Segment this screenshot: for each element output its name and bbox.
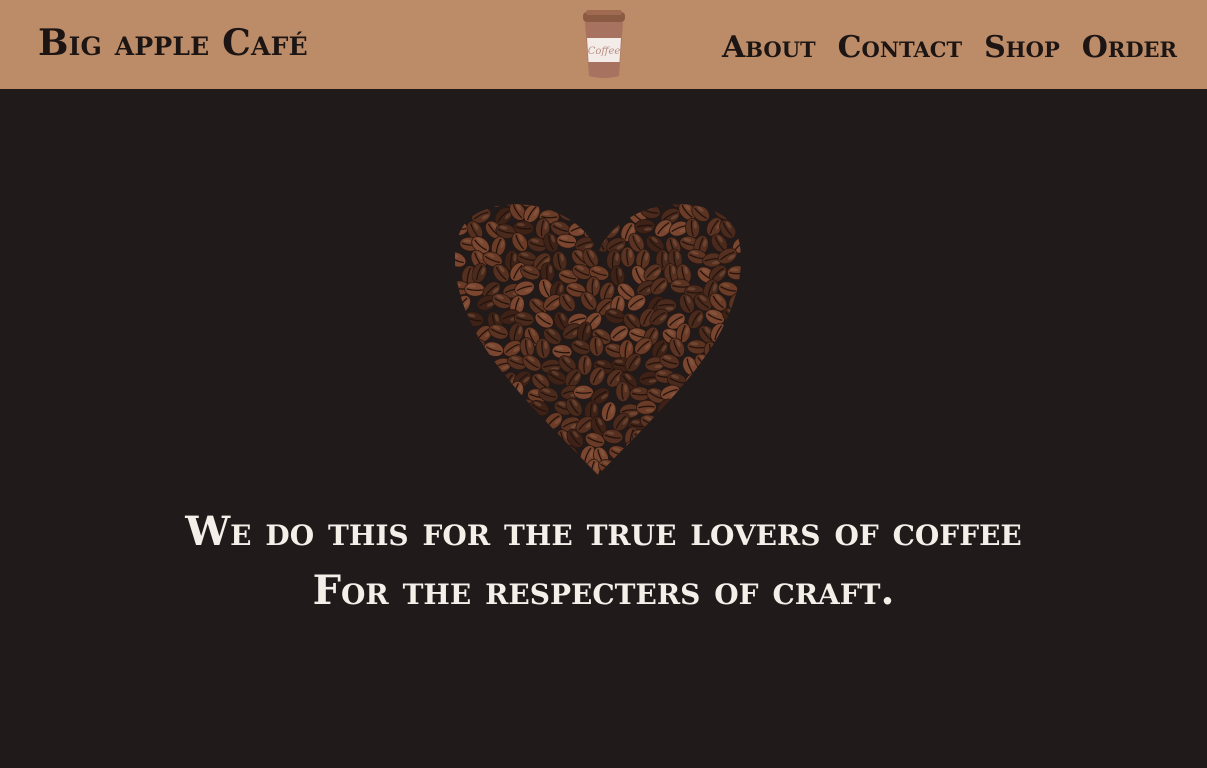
tagline-line-1: We do this for the true lovers of coffee	[185, 508, 1022, 555]
coffee-bean-heart-icon	[454, 204, 742, 476]
nav-about[interactable]: About	[722, 30, 816, 66]
logo-text: Coffee	[588, 46, 621, 57]
tagline-line-2: For the respecters of craft.	[312, 567, 895, 614]
nav-order[interactable]: Order	[1082, 30, 1177, 66]
nav-contact[interactable]: Contact	[838, 30, 962, 66]
main-nav: About Contact Shop Order	[722, 30, 1177, 66]
site-header: Big apple Café Coffee About Contact Shop…	[0, 0, 1207, 89]
brand-title[interactable]: Big apple Café	[38, 22, 308, 64]
coffee-cup-icon[interactable]: Coffee	[578, 8, 630, 80]
nav-shop[interactable]: Shop	[984, 30, 1060, 66]
